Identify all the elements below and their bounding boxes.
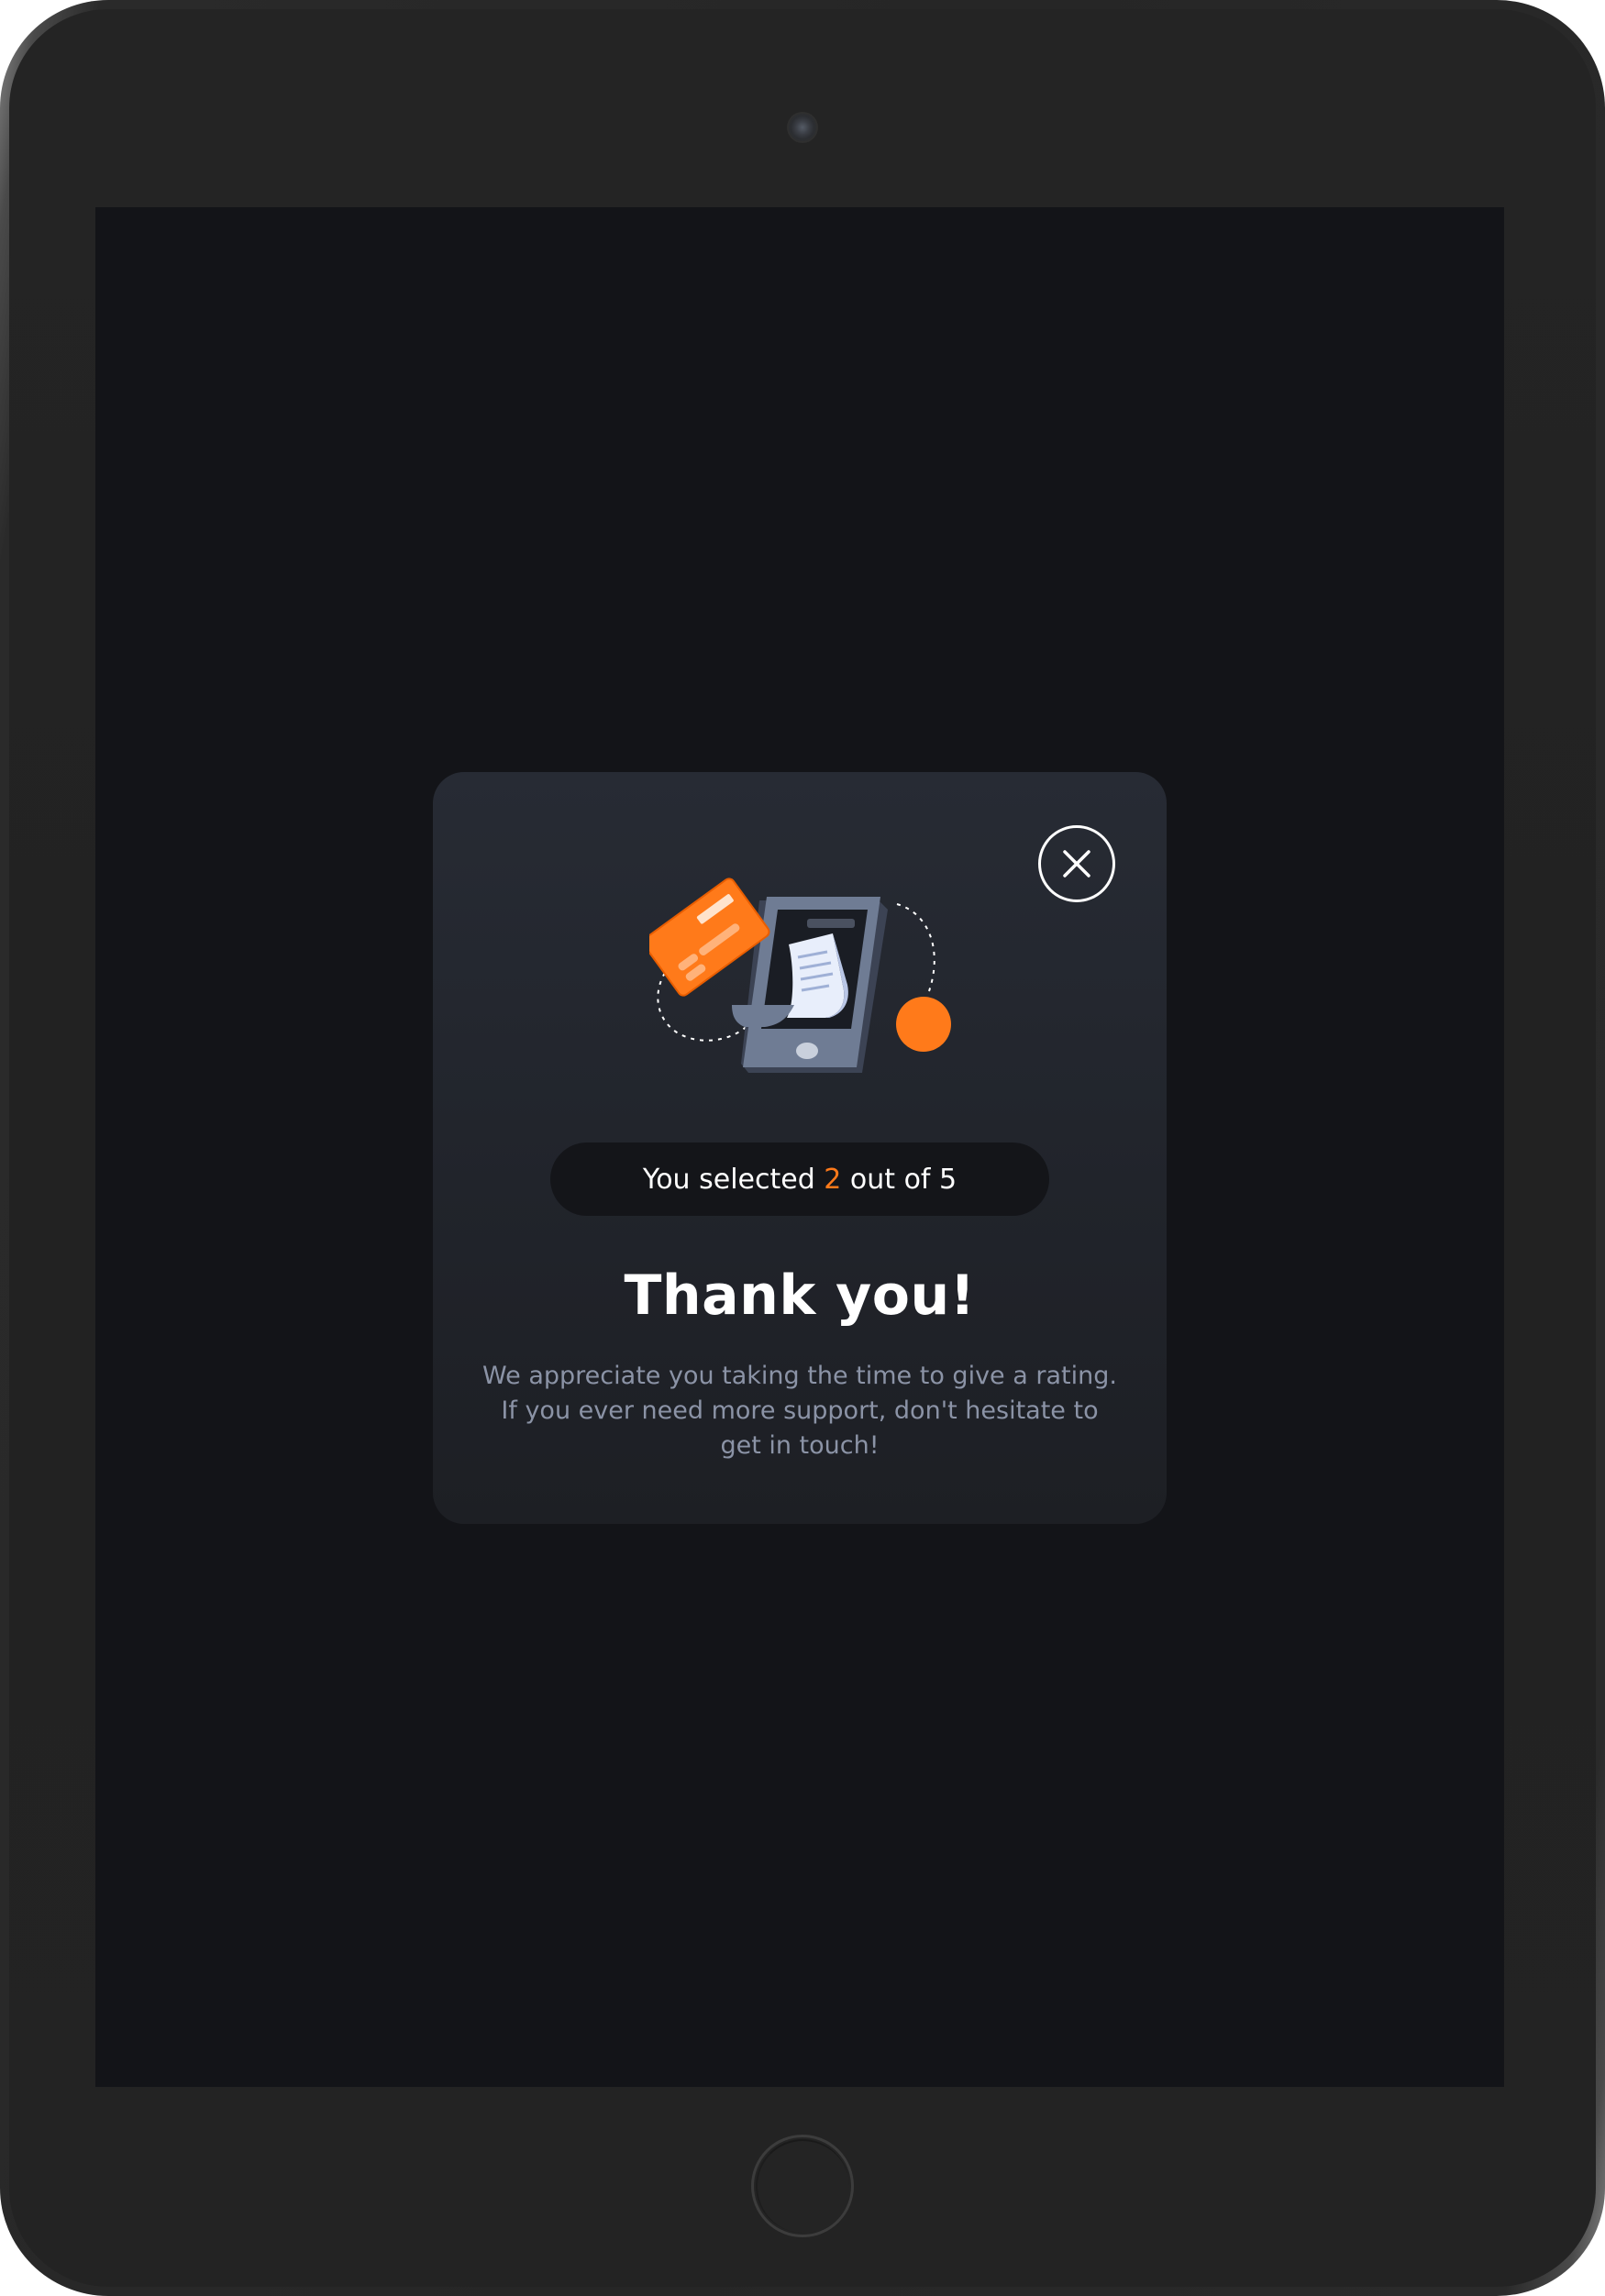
modal-message: We appreciate you taking the time to giv… xyxy=(479,1359,1121,1463)
tablet-screen: You selected 2 out of 5 Thank you! We ap… xyxy=(95,207,1504,2087)
close-icon xyxy=(1063,850,1090,878)
phone-payment-illustration xyxy=(649,878,951,1073)
home-button[interactable] xyxy=(751,2135,854,2237)
message-line: We appreciate you taking the time to giv… xyxy=(482,1362,1117,1390)
rating-thank-you-modal: You selected 2 out of 5 Thank you! We ap… xyxy=(433,772,1167,1524)
tablet-frame: You selected 2 out of 5 Thank you! We ap… xyxy=(0,0,1605,2296)
selection-prefix: You selected xyxy=(642,1163,825,1196)
selected-rating-pill: You selected 2 out of 5 xyxy=(550,1142,1049,1216)
modal-title: Thank you! xyxy=(624,1264,976,1328)
front-camera xyxy=(789,114,816,141)
close-button[interactable] xyxy=(1038,825,1115,902)
selected-rating-value: 2 xyxy=(824,1163,842,1196)
message-line: get in touch! xyxy=(720,1431,880,1460)
selection-suffix: out of 5 xyxy=(841,1163,957,1196)
message-line: If you ever need more support, don't hes… xyxy=(501,1396,1099,1425)
